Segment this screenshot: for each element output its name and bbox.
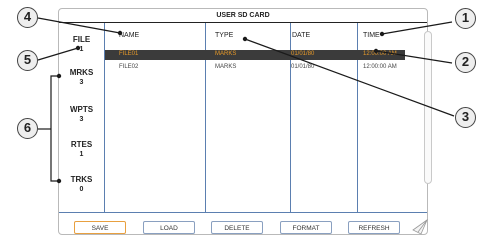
callout-6: 6 — [17, 118, 38, 139]
callout-1: 1 — [455, 8, 476, 29]
callout-2: 2 — [455, 52, 476, 73]
callout-leader-lines — [37, 17, 455, 184]
callout-3: 3 — [455, 107, 476, 128]
callout-4: 4 — [17, 7, 38, 28]
callout-5: 5 — [17, 50, 38, 71]
